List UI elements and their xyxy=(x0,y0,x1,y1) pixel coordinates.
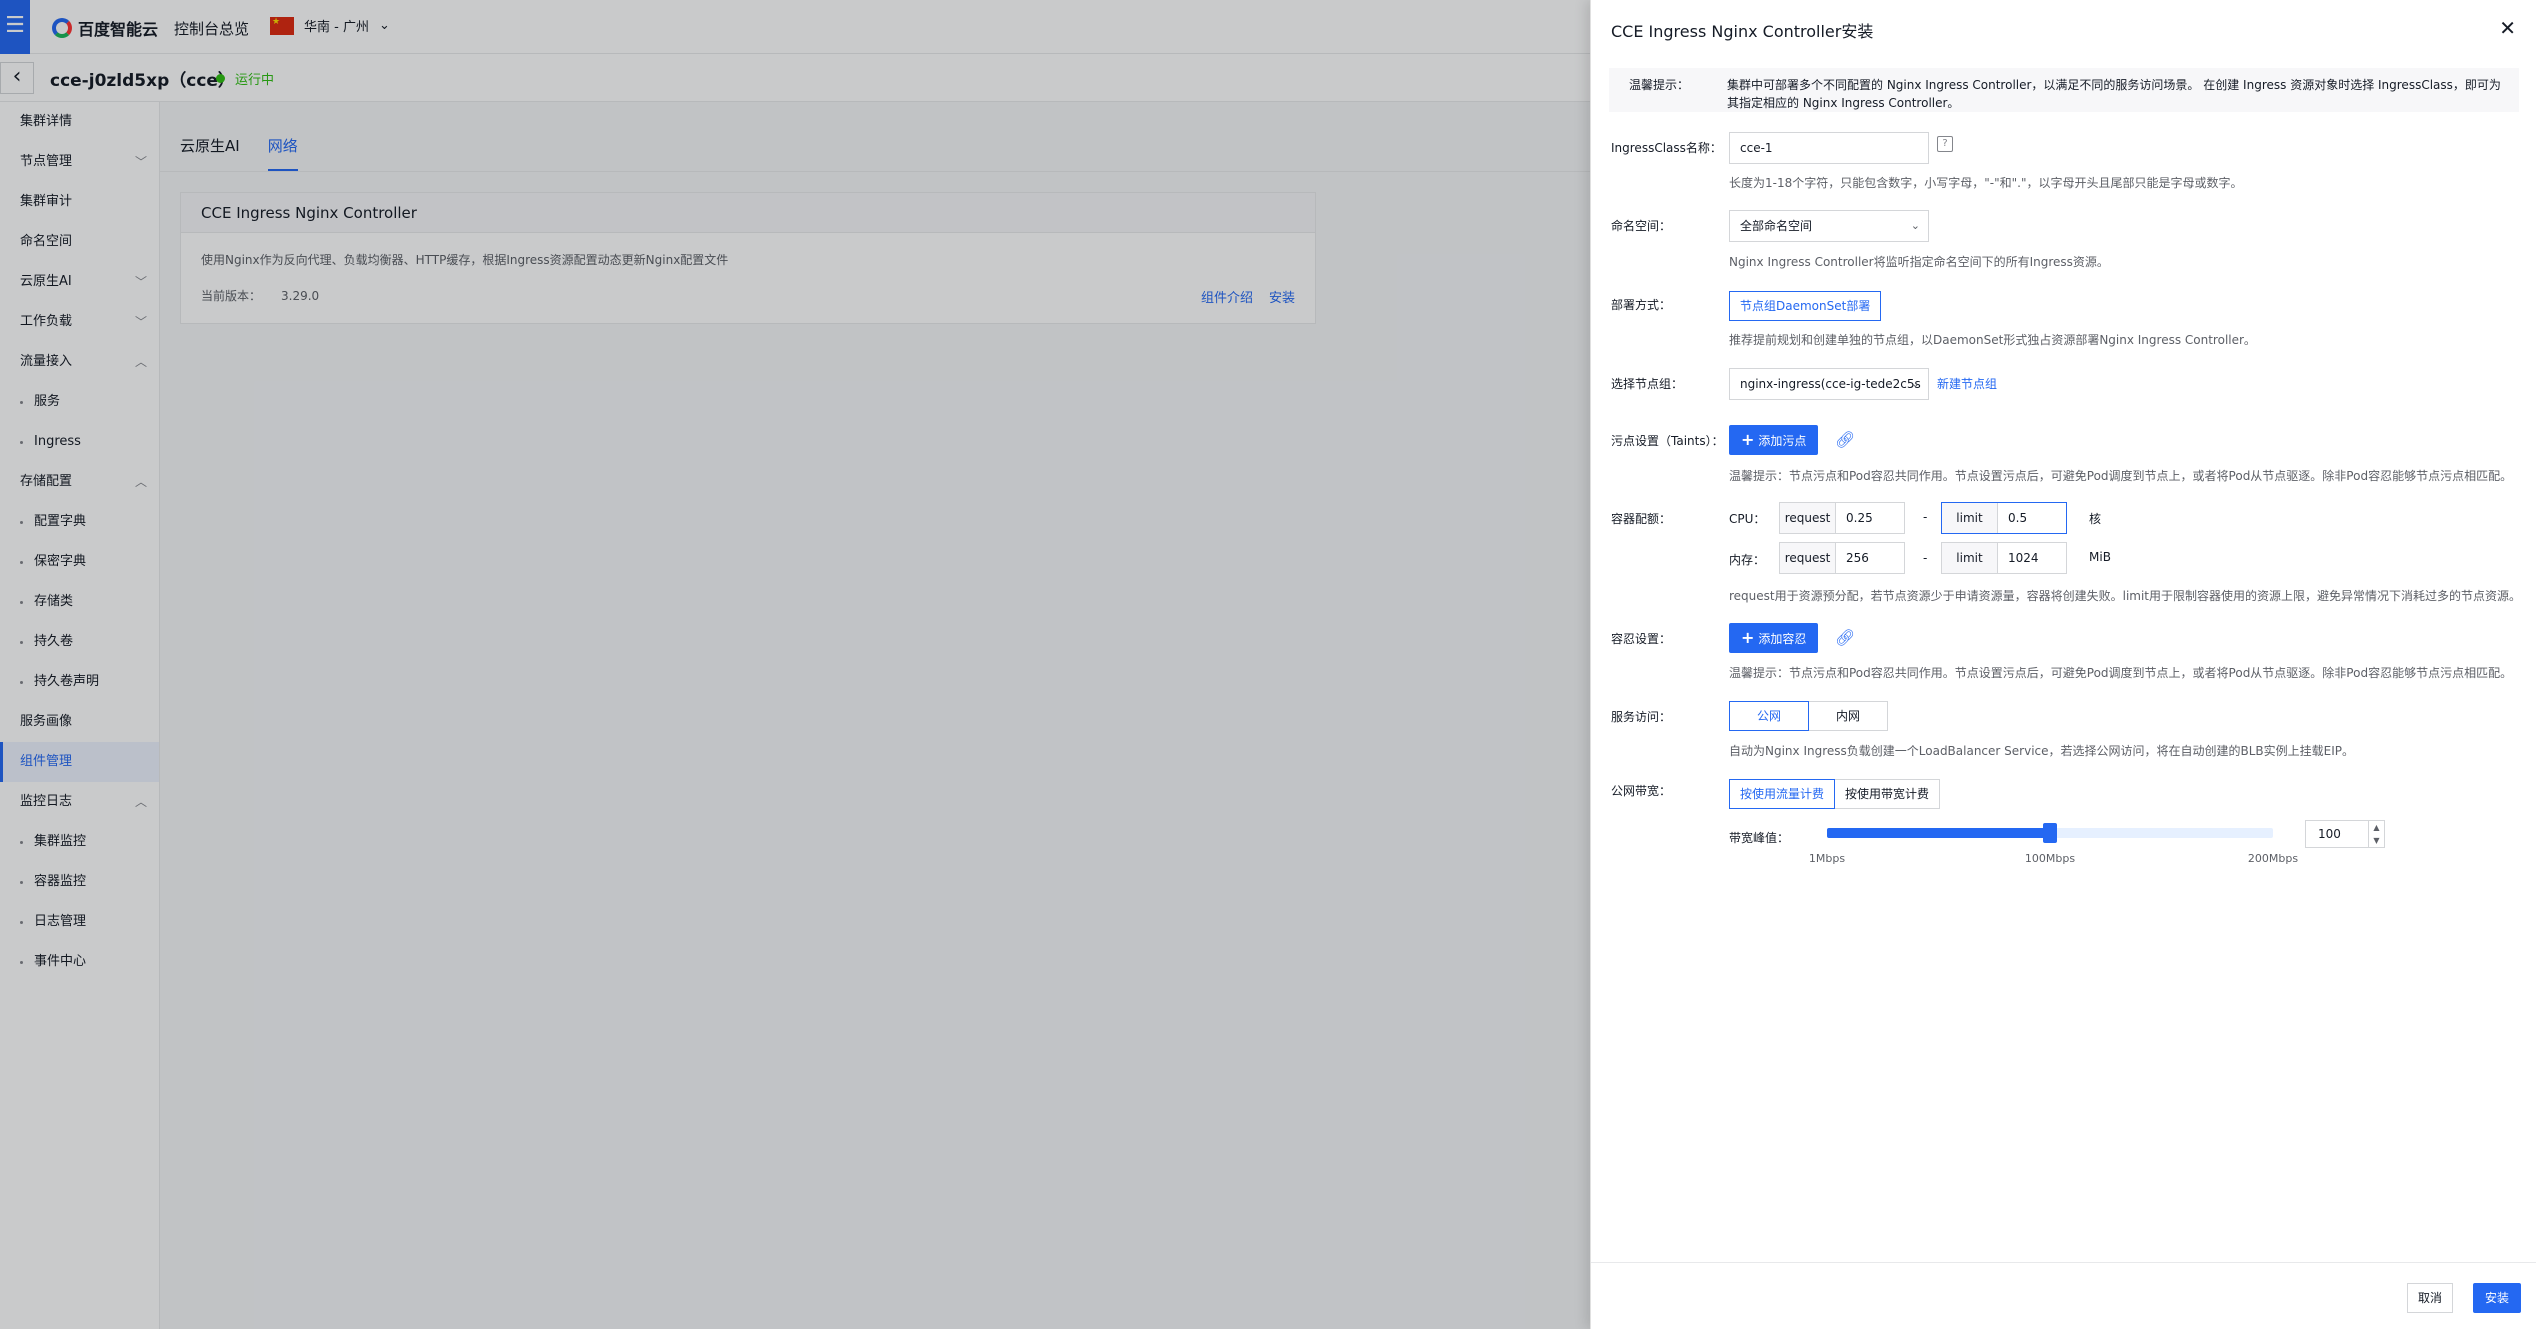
quota-label: 容器配额： xyxy=(1611,512,1672,526)
plus-icon: + xyxy=(1741,628,1755,647)
ingress-class-input[interactable]: cce-1 xyxy=(1729,132,1929,164)
bandwidth-value: 100 xyxy=(2318,827,2341,841)
bandwidth-label: 公网带宽： xyxy=(1611,784,1672,798)
tick-mid: 100Mbps xyxy=(2024,852,2076,865)
tick-min: 1Mbps xyxy=(1808,852,1846,865)
add-toleration-button[interactable]: + 添加容忍 xyxy=(1729,623,1819,653)
ingress-class-help: 长度为1-18个字符，只能包含数字，小写字母，"-"和"."，以字母开头且尾部只… xyxy=(1729,176,2243,190)
add-toleration-label: 添加容忍 xyxy=(1758,632,1807,646)
ingress-class-label: IngressClass名称： xyxy=(1611,141,1722,155)
cpu-label: CPU： xyxy=(1729,512,1766,526)
service-access-help: 自动为Nginx Ingress负载创建一个LoadBalancer Servi… xyxy=(1729,744,2355,758)
service-access-segment: 公网 内网 xyxy=(1729,701,1888,731)
bandwidth-number-input[interactable]: 100 ▲ ▼ xyxy=(2305,820,2385,848)
install-drawer: CCE Ingress Nginx Controller安装 ✕ 温馨提示： 集… xyxy=(1590,0,2536,1329)
node-group-label: 选择节点组： xyxy=(1611,377,1684,391)
memory-limit-field[interactable]: limit 1024 xyxy=(1941,542,2067,574)
tip-label: 温馨提示： xyxy=(1629,78,1690,92)
add-taint-button[interactable]: + 添加污点 xyxy=(1729,425,1819,455)
service-access-private[interactable]: 内网 xyxy=(1808,701,1888,731)
memory-dash: - xyxy=(1923,551,1928,565)
modal-overlay[interactable] xyxy=(0,0,1590,1329)
footer-divider xyxy=(1591,1262,2536,1263)
new-node-group-link[interactable]: 新建节点组 xyxy=(1937,375,1997,392)
tolerations-help: 温馨提示：节点污点和Pod容忍共同作用。节点设置污点后，可避免Pod调度到节点上… xyxy=(1729,666,2513,680)
node-group-value: nginx-ingress(cce-ig-tede2c5s xyxy=(1740,377,1921,391)
deploy-mode-help: 推荐提前规划和创建单独的节点组，以DaemonSet形式独占资源部署Nginx … xyxy=(1729,333,2256,347)
deploy-mode-daemonset[interactable]: 节点组DaemonSet部署 xyxy=(1729,291,1882,321)
taints-help: 温馨提示：节点污点和Pod容忍共同作用。节点设置污点后，可避免Pod调度到节点上… xyxy=(1729,469,2513,483)
cpu-dash: - xyxy=(1923,510,1928,524)
tick-max: 200Mbps xyxy=(2247,852,2299,865)
cpu-request-field[interactable]: request 0.25 xyxy=(1779,502,1905,534)
slider-fill xyxy=(1827,828,2050,838)
cancel-button[interactable]: 取消 xyxy=(2407,1283,2454,1313)
service-access-label: 服务访问： xyxy=(1611,710,1672,724)
link-icon[interactable]: 🔗︎ xyxy=(1835,628,1855,647)
cpu-request-tag: request xyxy=(1780,503,1836,533)
cpu-limit-tag: limit xyxy=(1942,503,1998,533)
node-group-select[interactable]: nginx-ingress(cce-ig-tede2c5s ⌄ xyxy=(1729,368,1929,400)
bandwidth-billing-segment: 按使用流量计费 按使用带宽计费 xyxy=(1729,779,1941,809)
cpu-unit: 核 xyxy=(2089,512,2102,526)
memory-label: 内存： xyxy=(1729,553,1766,567)
add-taint-label: 添加污点 xyxy=(1758,434,1807,448)
tip-text: 集群中可部署多个不同配置的 Nginx Ingress Controller，以… xyxy=(1727,78,2501,110)
taints-label: 污点设置（Taints）： xyxy=(1611,434,1724,448)
memory-limit-value[interactable]: 1024 xyxy=(1998,543,2066,573)
bandwidth-peak-label: 带宽峰值： xyxy=(1729,831,1790,845)
memory-request-value[interactable]: 256 xyxy=(1836,543,1904,573)
chevron-down-icon: ⌄ xyxy=(1910,219,1920,232)
tolerations-label: 容忍设置： xyxy=(1611,632,1672,646)
namespace-value: 全部命名空间 xyxy=(1740,219,1813,233)
stepper-arrows-icon[interactable]: ▲ ▼ xyxy=(2368,821,2384,847)
help-icon[interactable]: ? xyxy=(1937,136,1953,152)
bandwidth-slider[interactable] xyxy=(1827,823,2273,843)
close-icon[interactable]: ✕ xyxy=(2499,16,2516,40)
namespace-label: 命名空间： xyxy=(1611,219,1672,233)
tip-box: 温馨提示： 集群中可部署多个不同配置的 Nginx Ingress Contro… xyxy=(1609,68,2519,112)
quota-help: request用于资源预分配，若节点资源少于申请资源量，容器将创建失败。limi… xyxy=(1729,589,2522,603)
plus-icon: + xyxy=(1741,430,1755,449)
cpu-limit-field[interactable]: limit 0.5 xyxy=(1941,502,2067,534)
billing-by-traffic[interactable]: 按使用流量计费 xyxy=(1729,779,1836,809)
memory-unit: MiB xyxy=(2089,550,2111,564)
cpu-limit-value[interactable]: 0.5 xyxy=(1998,503,2066,533)
memory-request-field[interactable]: request 256 xyxy=(1779,542,1905,574)
memory-limit-tag: limit xyxy=(1942,543,1998,573)
install-button[interactable]: 安装 xyxy=(2473,1283,2522,1313)
deploy-mode-label: 部署方式： xyxy=(1611,298,1672,312)
namespace-help: Nginx Ingress Controller将监听指定命名空间下的所有Ing… xyxy=(1729,255,2109,269)
link-icon[interactable]: 🔗︎ xyxy=(1835,430,1855,449)
drawer-title: CCE Ingress Nginx Controller安装 xyxy=(1611,22,1874,41)
cpu-request-value[interactable]: 0.25 xyxy=(1836,503,1904,533)
namespace-select[interactable]: 全部命名空间 ⌄ xyxy=(1729,210,1929,242)
service-access-public[interactable]: 公网 xyxy=(1729,701,1809,731)
slider-handle[interactable] xyxy=(2043,823,2057,843)
billing-by-bandwidth[interactable]: 按使用带宽计费 xyxy=(1834,779,1941,809)
chevron-down-icon: ⌄ xyxy=(1910,377,1920,390)
memory-request-tag: request xyxy=(1780,543,1836,573)
